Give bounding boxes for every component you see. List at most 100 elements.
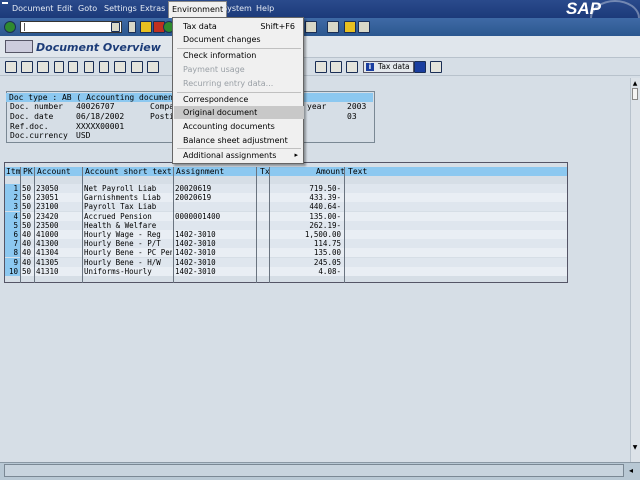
col-header-assignment[interactable]: Assignment — [176, 167, 224, 176]
year-value: 2003 — [347, 102, 367, 111]
company-label: Compa — [150, 102, 175, 111]
cell-account: 41304 — [36, 248, 59, 258]
cell-account: 23420 — [36, 211, 59, 221]
enter-icon[interactable] — [4, 21, 16, 33]
col-divider — [256, 167, 257, 283]
col-header-amount[interactable]: Amount — [316, 167, 345, 176]
cell-amount: 719.50- — [309, 184, 341, 193]
find-icon[interactable] — [131, 61, 143, 73]
previous-page-icon[interactable] — [68, 61, 78, 73]
cell-amount: 114.75 — [313, 239, 341, 249]
menu-edit[interactable]: Edit — [57, 4, 73, 13]
cell-pk: 40 — [22, 239, 32, 249]
col-divider — [269, 167, 270, 283]
cell-short-text: Health & Welfare — [84, 220, 157, 230]
menu-environment[interactable]: Environment — [168, 1, 228, 18]
vertical-scrollbar[interactable] — [630, 78, 640, 462]
col-header-itm[interactable]: Itm — [6, 167, 20, 176]
menu-item-document-changes[interactable]: Document changes — [174, 33, 304, 46]
sort-icon[interactable] — [346, 61, 358, 73]
cell-tx — [258, 248, 269, 257]
shortcut-icon[interactable] — [305, 21, 317, 33]
menu-item-tax-data[interactable]: Tax data Shift+F6 — [174, 20, 304, 33]
display-change-icon[interactable] — [5, 40, 33, 53]
col-header-pk[interactable]: PK — [23, 167, 33, 176]
create-session-icon[interactable] — [327, 21, 339, 33]
cell-pk: 40 — [22, 257, 32, 267]
back-arrow-icon[interactable] — [128, 21, 136, 33]
cell-text — [347, 248, 565, 257]
cell-short-text: Uniforms-Hourly — [84, 266, 152, 276]
menu-goto[interactable]: Goto — [78, 4, 97, 13]
details-icon[interactable] — [430, 61, 442, 73]
menu-item-additional-assignments[interactable]: Additional assignments ▸ — [174, 149, 304, 162]
menu-item-original-document[interactable]: Original document — [174, 106, 304, 119]
cell-assignment: 0000001400 — [175, 211, 221, 221]
help-icon[interactable] — [344, 21, 356, 33]
col-header-text[interactable]: Text — [348, 167, 367, 176]
print-icon[interactable] — [114, 61, 126, 73]
menu-item-check-information[interactable]: Check information — [174, 49, 304, 62]
cell-assignment: 20020619 — [175, 193, 212, 203]
scroll-down-icon[interactable]: ▼ — [631, 444, 639, 452]
table-row[interactable]: 3 50 23100 Payroll Tax Liab 440.64- — [5, 202, 567, 212]
currency-label: Doc.currency — [10, 131, 68, 140]
last-page-icon[interactable] — [99, 61, 109, 73]
cell-account: 23500 — [36, 220, 59, 230]
period-value: 03 — [347, 112, 357, 121]
doc-number-label: Doc. number — [10, 102, 63, 111]
menu-settings[interactable]: Settings — [104, 4, 137, 13]
table-row[interactable]: 7 40 41300 Hourly Bene - P/T 1402-3010 114.75 — [5, 239, 567, 249]
table-row[interactable]: 9 40 41305 Hourly Bene - H/W 1402-3010 245.05 — [5, 257, 567, 267]
choose-icon[interactable] — [315, 61, 327, 73]
cell-itm: 2 — [5, 193, 20, 203]
table-row[interactable]: 8 40 41304 Hourly Bene - PC Pen 1402-3010 135… — [5, 248, 567, 258]
cell-itm: 5 — [5, 220, 20, 230]
cell-amount: 262.19- — [309, 220, 341, 230]
cell-short-text: Garnishments Liab — [84, 193, 161, 203]
cell-tx — [258, 202, 269, 211]
display-icon[interactable] — [5, 61, 17, 73]
menu-item-correspondence[interactable]: Correspondence — [174, 93, 304, 106]
menu-item-accounting-documents[interactable]: Accounting documents — [174, 120, 304, 133]
tools-icon[interactable] — [37, 61, 49, 73]
cell-assignment — [175, 221, 255, 230]
table-row[interactable]: 1 50 23050 Net Payroll Liab 20020619 719.50- — [5, 184, 567, 193]
cell-itm: 7 — [5, 239, 20, 249]
scroll-thumb[interactable] — [632, 88, 638, 100]
first-page-icon[interactable] — [54, 61, 64, 73]
col-divider — [173, 167, 174, 283]
col-header-short-text[interactable]: Account short text — [85, 167, 172, 176]
table-row[interactable]: 10 50 41310 Uniforms-Hourly 1402-3010 4.08- — [5, 266, 567, 276]
exit-icon[interactable] — [140, 21, 152, 33]
submenu-arrow-icon: ▸ — [294, 151, 298, 159]
info-icon[interactable] — [414, 61, 426, 73]
window-menu-icon[interactable] — [2, 2, 8, 6]
next-page-icon[interactable] — [84, 61, 94, 73]
table-row[interactable]: 6 40 41000 Hourly Wage - Reg 1402-3010 1,500.… — [5, 230, 567, 239]
menu-document[interactable]: Document — [12, 4, 53, 13]
cell-amount: 4.08- — [318, 266, 341, 276]
status-toggle-icon[interactable]: ◂ — [626, 465, 636, 477]
cell-tx — [258, 267, 269, 276]
scroll-up-icon[interactable]: ▲ — [631, 80, 639, 88]
menu-help[interactable]: Help — [256, 4, 274, 13]
tax-data-button[interactable]: Tax data — [363, 61, 414, 73]
layout-icon[interactable] — [330, 61, 342, 73]
col-header-account[interactable]: Account — [37, 167, 71, 176]
cell-tx — [258, 221, 269, 230]
table-row[interactable]: 4 50 23420 Accrued Pension 0000001400 135.00- — [5, 211, 567, 221]
cell-assignment: 1402-3010 — [175, 248, 216, 258]
menu-item-balance-sheet-adjustment[interactable]: Balance sheet adjustment — [174, 134, 304, 147]
find-next-icon[interactable] — [147, 61, 159, 73]
command-field[interactable]: | — [20, 21, 122, 33]
command-history-icon[interactable] — [111, 22, 120, 32]
edit-pencil-icon[interactable] — [21, 61, 33, 73]
menu-extras[interactable]: Extras — [140, 4, 165, 13]
layout-menu-icon[interactable] — [358, 21, 370, 33]
cell-account: 41300 — [36, 239, 59, 249]
cell-amount: 433.39- — [309, 193, 341, 203]
table-row[interactable]: 2 50 23051 Garnishments Liab 20020619 433.39- — [5, 193, 567, 203]
table-row[interactable]: 5 50 23500 Health & Welfare 262.19- — [5, 220, 567, 230]
menu-system[interactable]: System — [222, 4, 252, 13]
